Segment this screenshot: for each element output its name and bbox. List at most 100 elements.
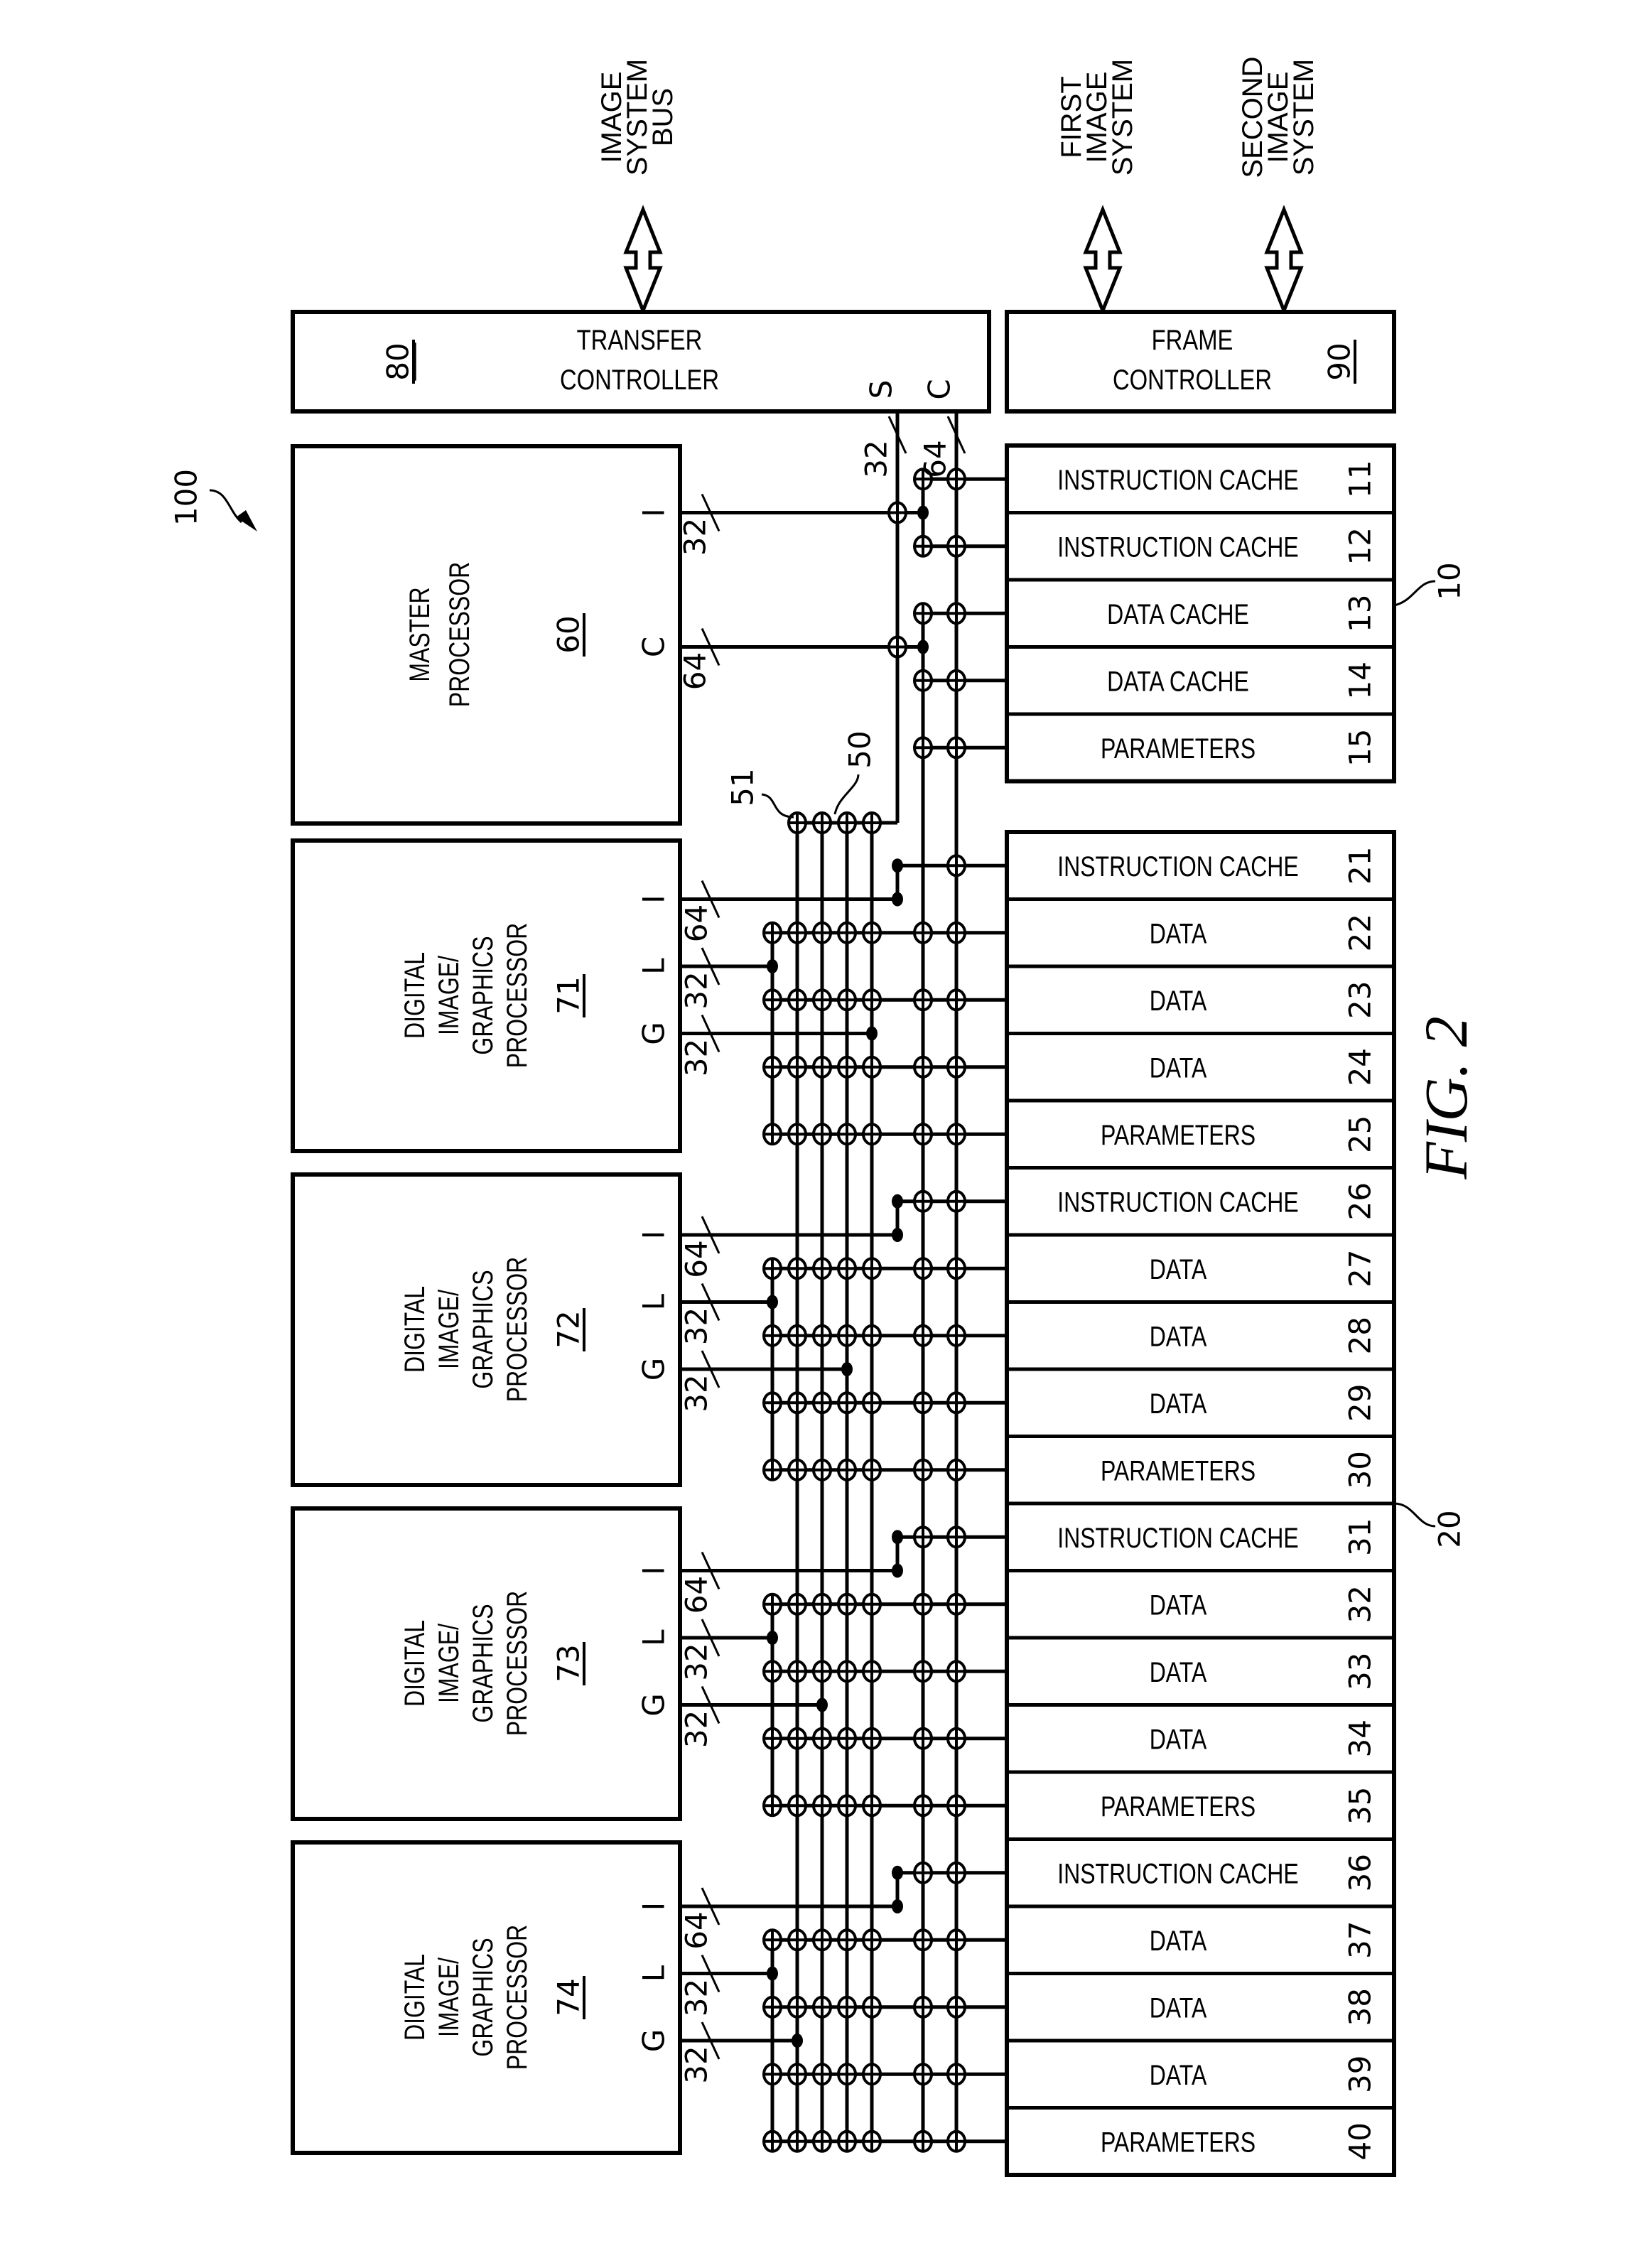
digital-processor-ref: 72: [551, 1310, 586, 1348]
memory-row-ref: 29: [1343, 1384, 1378, 1422]
memory-row-ref: 37: [1343, 1921, 1378, 1959]
junction-dot-icon: [892, 1865, 903, 1880]
bus-width-label: 32: [679, 1039, 714, 1076]
junction-dot-icon: [917, 505, 929, 520]
system-block-diagram: IMAGESYSTEMBUS FIRSTIMAGESYSTEM SECONDIMAG…: [169, 56, 1480, 2177]
master-processor: [291, 444, 682, 826]
port-label: I: [637, 1902, 671, 1911]
digital-processor-label-line: PROCESSOR: [500, 1591, 532, 1736]
memory-row-label: INSTRUCTION CACHE: [1057, 1857, 1299, 1889]
junction-dot-icon: [816, 1697, 828, 1712]
second-image-system-label-line: SYSTEM: [1288, 59, 1319, 176]
memory-row-ref: 15: [1343, 729, 1378, 767]
memory-row-label: INSTRUCTION CACHE: [1057, 531, 1299, 563]
junction-dot-icon: [892, 858, 903, 873]
memory-row-ref: 21: [1343, 847, 1378, 885]
memory-row-ref: 11: [1343, 460, 1378, 498]
junction-dot-icon: [841, 1362, 853, 1376]
digital-processor-label-line: PROCESSOR: [500, 1257, 532, 1402]
memory-group-ref: 10: [1432, 562, 1467, 600]
double-arrow-icon: [1264, 205, 1304, 315]
memory-row-label: PARAMETERS: [1101, 733, 1256, 765]
memory-row-ref: 34: [1343, 1719, 1378, 1757]
memory-row-label: DATA: [1150, 917, 1207, 949]
bus-width-label: 32: [859, 440, 894, 477]
digital-processor-label-line: IMAGE/: [432, 1957, 464, 2037]
memory-row-ref: 13: [1343, 595, 1378, 632]
bus-width-label: 64: [679, 1240, 714, 1278]
memory-row-label: DATA CACHE: [1107, 665, 1249, 697]
leader-line: [1393, 580, 1436, 607]
junction-dot-icon: [767, 959, 778, 973]
memory-row-ref: 33: [1343, 1653, 1378, 1690]
memory-row-ref: 28: [1343, 1317, 1378, 1354]
digital-processor-label-line: IMAGE/: [432, 955, 464, 1035]
junction-dot-icon: [767, 1295, 778, 1310]
memory-row-ref: 27: [1343, 1250, 1378, 1287]
digital-processor-label-line: GRAPHICS: [466, 1270, 498, 1388]
junction-dot-icon: [892, 1194, 903, 1209]
memory-row-ref: 26: [1343, 1182, 1378, 1220]
junction-dot-icon: [767, 1966, 778, 1981]
digital-processor-label-line: DIGITAL: [398, 1954, 430, 2041]
first-image-system-label-line: SYSTEM: [1107, 59, 1138, 176]
digital-processor-ref: 73: [551, 1644, 586, 1682]
junction-dot-icon: [767, 1631, 778, 1645]
digital-processor-label-line: DIGITAL: [398, 1286, 430, 1373]
master-processor-ref: 60: [551, 615, 586, 653]
port-label: G: [637, 2029, 671, 2053]
memory-row-label: INSTRUCTION CACHE: [1057, 464, 1299, 496]
memory-row-ref: 14: [1343, 662, 1378, 699]
bus-width-label: 32: [679, 1979, 714, 2016]
transfer-controller-label-line: CONTROLLER: [560, 364, 719, 396]
bus-width-label: 32: [679, 1643, 714, 1680]
crossbar-ref: 50: [843, 730, 878, 768]
transfer-controller-ref: 80: [381, 342, 416, 380]
memory-row-ref: 24: [1343, 1048, 1378, 1086]
junction-dot-icon: [892, 1228, 903, 1242]
frame-controller-label-line: FRAME: [1152, 324, 1233, 356]
memory-row-label: PARAMETERS: [1101, 2126, 1256, 2158]
memory-row-ref: 38: [1343, 1988, 1378, 2026]
memory-row-ref: 23: [1343, 981, 1378, 1019]
memory-row-label: DATA: [1150, 2059, 1207, 2091]
memory-row-label: DATA: [1150, 1656, 1207, 1688]
digital-processor-label-line: PROCESSOR: [500, 1925, 532, 2070]
memory-row-label: INSTRUCTION CACHE: [1057, 850, 1299, 882]
digital-processor-label-line: GRAPHICS: [466, 936, 498, 1054]
bus-width-label: 64: [918, 440, 953, 477]
bus-width-label: 32: [679, 971, 714, 1009]
bus-width-label: 32: [679, 1374, 714, 1412]
memory-row-ref: 35: [1343, 1787, 1378, 1825]
digital-processor-label-line: GRAPHICS: [466, 1938, 498, 2056]
bus-width-label: 32: [679, 1307, 714, 1345]
figure-caption: FIG. 2: [1412, 1016, 1480, 1179]
memory-row-label: DATA: [1150, 1925, 1207, 1957]
memory-row-label: DATA CACHE: [1107, 598, 1249, 630]
memory-row-ref: 31: [1343, 1518, 1378, 1556]
port-label-c: C: [922, 379, 957, 399]
memory-row-label: PARAMETERS: [1101, 1791, 1256, 1822]
memory-row-label: DATA: [1150, 1052, 1207, 1084]
leader-line: [761, 793, 794, 819]
bus-width-label: 32: [679, 2046, 714, 2083]
port-label: I: [637, 1566, 671, 1575]
image-system-bus-label-line: BUS: [647, 88, 679, 146]
memory-row-label: DATA: [1150, 1253, 1207, 1285]
memory-row-label: DATA: [1150, 1589, 1207, 1621]
bus-width-label: 64: [679, 904, 714, 942]
digital-processor-ref: 71: [551, 976, 586, 1014]
memory-row-ref: 12: [1343, 527, 1378, 565]
system-ref: 100: [169, 469, 204, 526]
leader-line: [833, 774, 860, 815]
memory-row-label: PARAMETERS: [1101, 1454, 1256, 1486]
junction-dot-icon: [792, 2034, 803, 2048]
junction-dot-icon: [892, 1563, 903, 1578]
port-label: I: [637, 895, 671, 903]
digital-processor-label-line: GRAPHICS: [466, 1604, 498, 1722]
port-label: L: [637, 958, 671, 975]
digital-processor-label-line: DIGITAL: [398, 1620, 430, 1707]
bus-width-label: 32: [679, 1710, 714, 1748]
transfer-controller-label-line: TRANSFER: [577, 324, 703, 356]
memory-row-label: DATA: [1150, 1388, 1207, 1420]
